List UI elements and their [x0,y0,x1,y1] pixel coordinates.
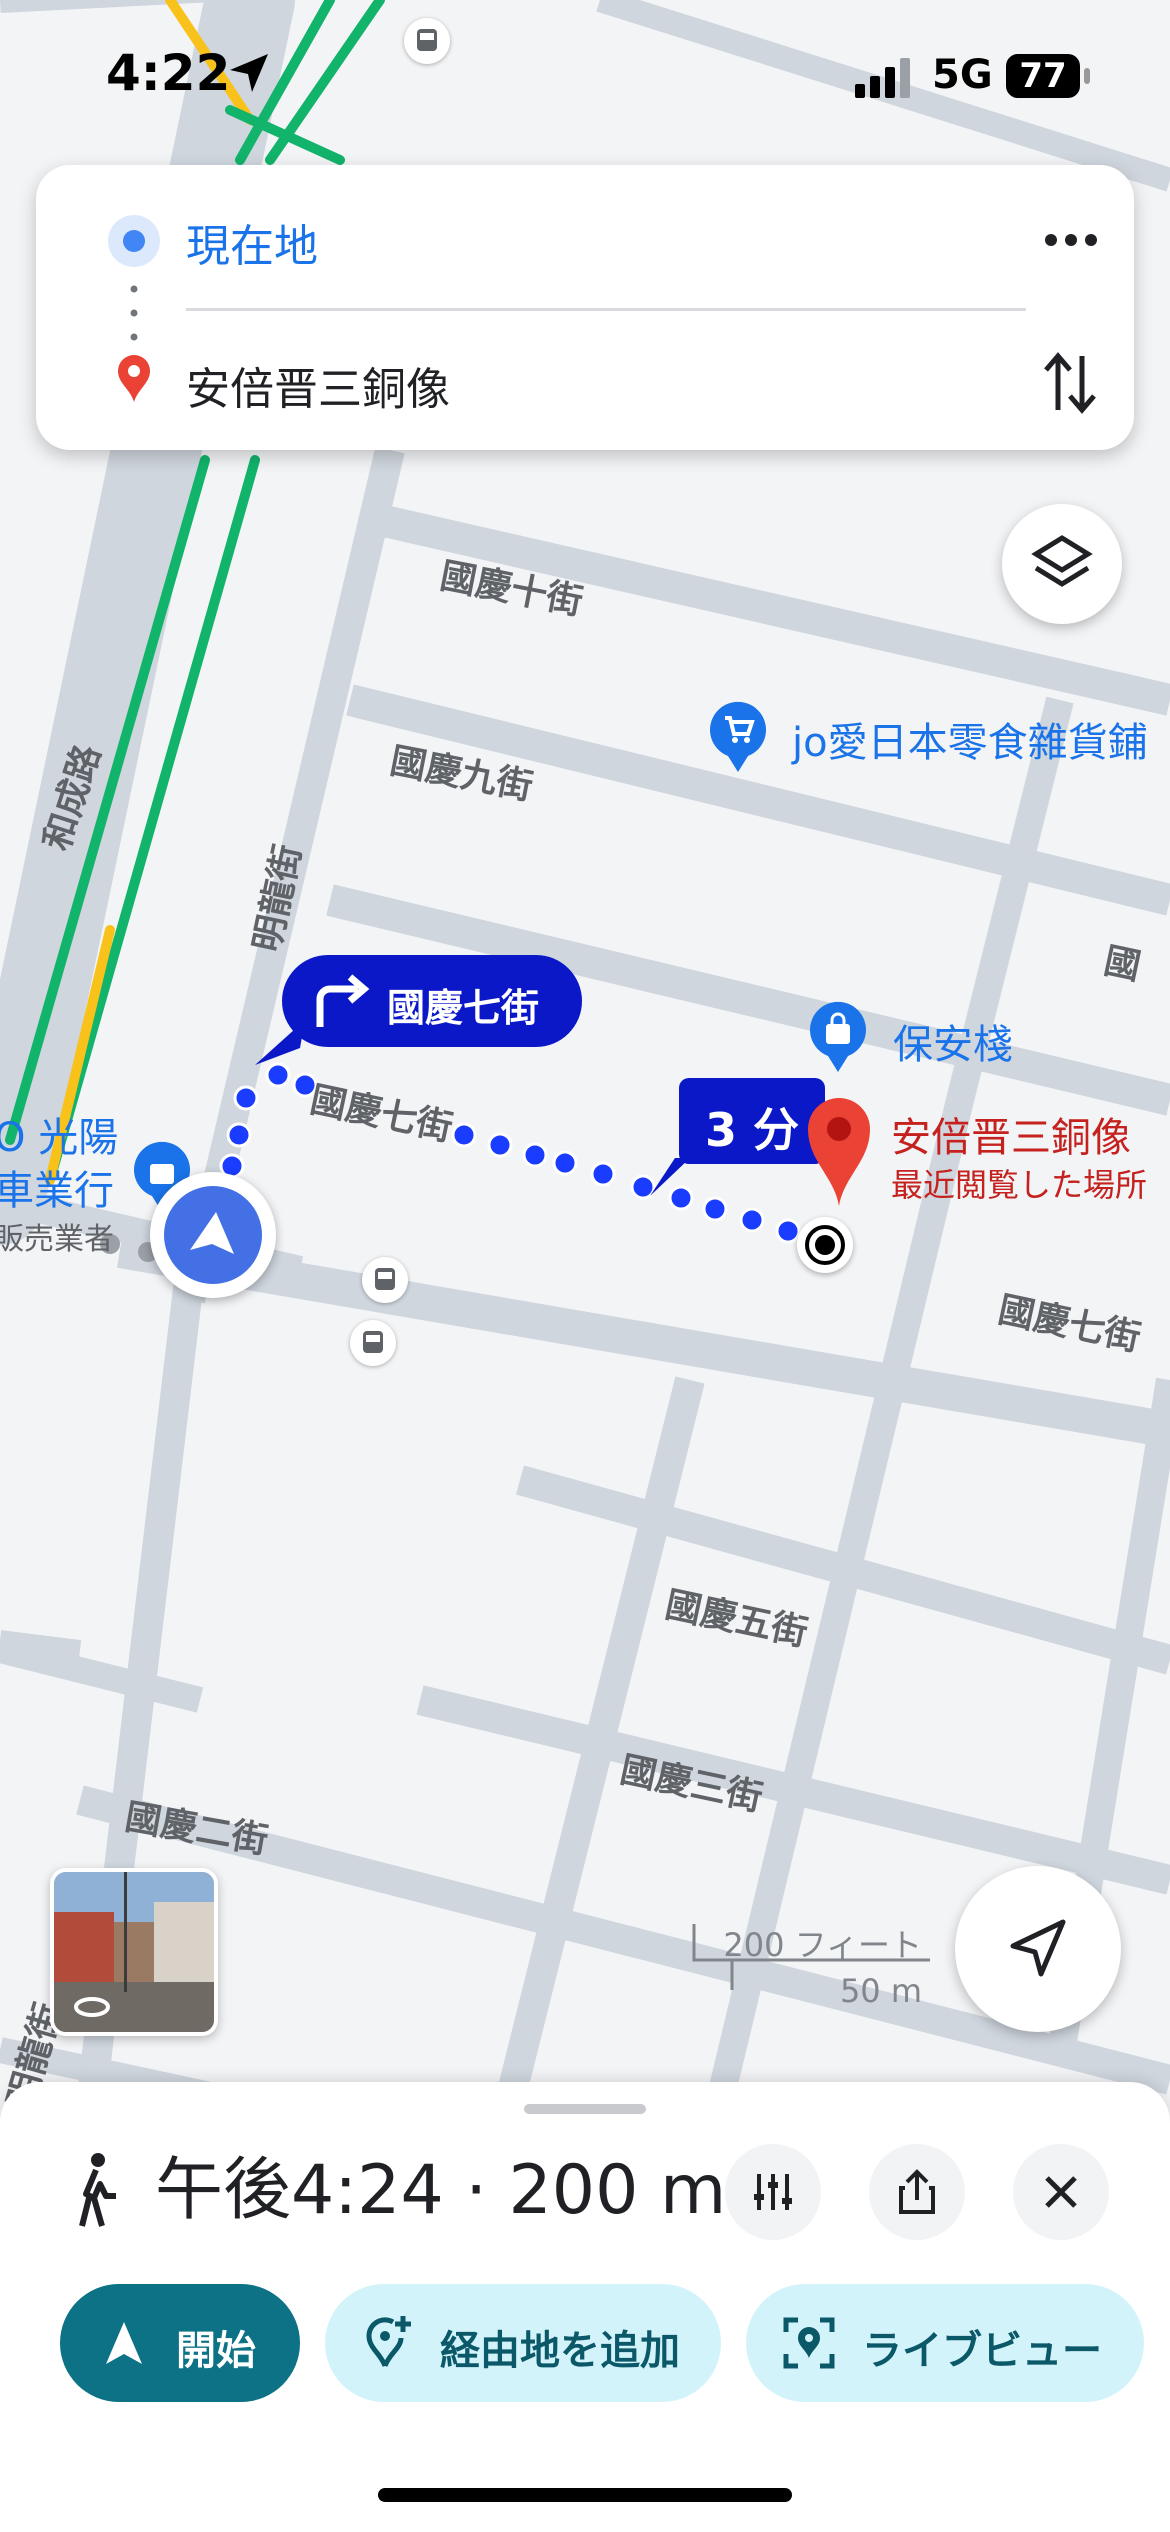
route-card: 現在地 安倍晋三銅像 [36,165,1134,450]
options-icon [754,2174,792,2210]
destination-field[interactable]: 安倍晋三銅像 [186,353,450,417]
turn-street-label: 國慶七街 [387,986,540,1030]
navigate-icon [106,2322,142,2364]
bus-stop-icon-3[interactable] [350,1320,396,1366]
status-network: 5G [932,52,993,98]
shopping-cart-icon[interactable] [708,700,768,774]
more-icon[interactable] [1036,215,1106,265]
live-view-button[interactable]: ライブビュー [746,2284,1144,2402]
live-view-label: ライブビュー [862,2328,1102,2374]
my-location-button[interactable] [955,1866,1121,2032]
poi-label-guangyang-3: 販売業者 [0,1222,114,1257]
eta-bubble-tail [650,1158,690,1196]
eta-label: 3 分 [704,1103,800,1157]
shopping-bag-icon[interactable] [808,1000,868,1074]
origin-dot-icon [108,215,160,267]
poi-label-guangyang-2[interactable]: 車業行 [0,1158,114,1216]
live-view-icon [783,2317,835,2369]
scale-feet: 200 フィート [723,1926,922,1964]
route-connector [130,285,138,341]
directions-sheet: 午後4:24 · 200 m 開始 経由地を追加 ライブビュー [0,2082,1170,2532]
status-time: 4:22 [106,44,231,102]
battery-tip [1084,68,1090,84]
turn-right-icon [316,974,370,1027]
destination-map-sublabel: 最近閲覧した場所 [891,1166,1148,1204]
poi-label-snack-shop[interactable]: jo愛日本零食雜貨鋪 [792,710,1148,768]
bus-stop-icon-2[interactable] [362,1257,408,1303]
poi-label-baoan[interactable]: 保安棧 [893,1012,1013,1070]
scale-meters: 50 m [839,1972,922,2010]
start-button[interactable]: 開始 [60,2284,300,2402]
navigation-cursor-icon[interactable] [150,1172,276,1298]
home-indicator[interactable] [378,2488,792,2502]
add-stop-label: 経由地を追加 [440,2328,680,2374]
start-label: 開始 [176,2328,256,2374]
street-view-thumbnail[interactable] [50,1868,218,2036]
eta-bubble[interactable]: 3 分 [679,1078,825,1164]
layers-icon [1031,535,1093,587]
options-button[interactable] [725,2144,821,2240]
destination-pin-icon [118,355,150,402]
status-bar: 4:22 5G 77 [0,0,1170,150]
route-divider [186,308,1026,311]
destination-pin[interactable] [806,1096,872,1208]
layers-button[interactable] [1002,504,1122,624]
map-scale: 200 フィート 50 m [690,1920,930,2010]
destination-target-icon [797,1217,853,1273]
turn-instruction-bubble[interactable]: 國慶七街 [282,955,582,1047]
share-button[interactable] [869,2144,965,2240]
swap-icon[interactable] [1038,348,1102,418]
close-icon [1045,2176,1077,2208]
destination-map-label[interactable]: 安倍晋三銅像 [891,1105,1131,1163]
signal-icon [855,58,910,98]
close-button[interactable] [1013,2144,1109,2240]
battery-level: 77 [1019,56,1067,96]
share-icon [899,2169,935,2214]
turn-bubble-tail [255,1020,305,1065]
route-summary: 午後4:24 · 200 m [155,2151,727,2230]
battery-icon: 77 [1006,54,1080,98]
my-location-icon [1010,1919,1066,1977]
sheet-handle[interactable] [524,2104,646,2114]
walk-icon [79,2153,116,2227]
add-stop-button[interactable]: 経由地を追加 [325,2284,721,2402]
poi-label-guangyang[interactable]: O 光陽 [0,1105,118,1163]
location-arrow-icon [230,54,268,92]
rotate-360-icon [74,1997,110,2017]
origin-field[interactable]: 現在地 [186,210,318,274]
add-stop-icon [366,2316,411,2367]
